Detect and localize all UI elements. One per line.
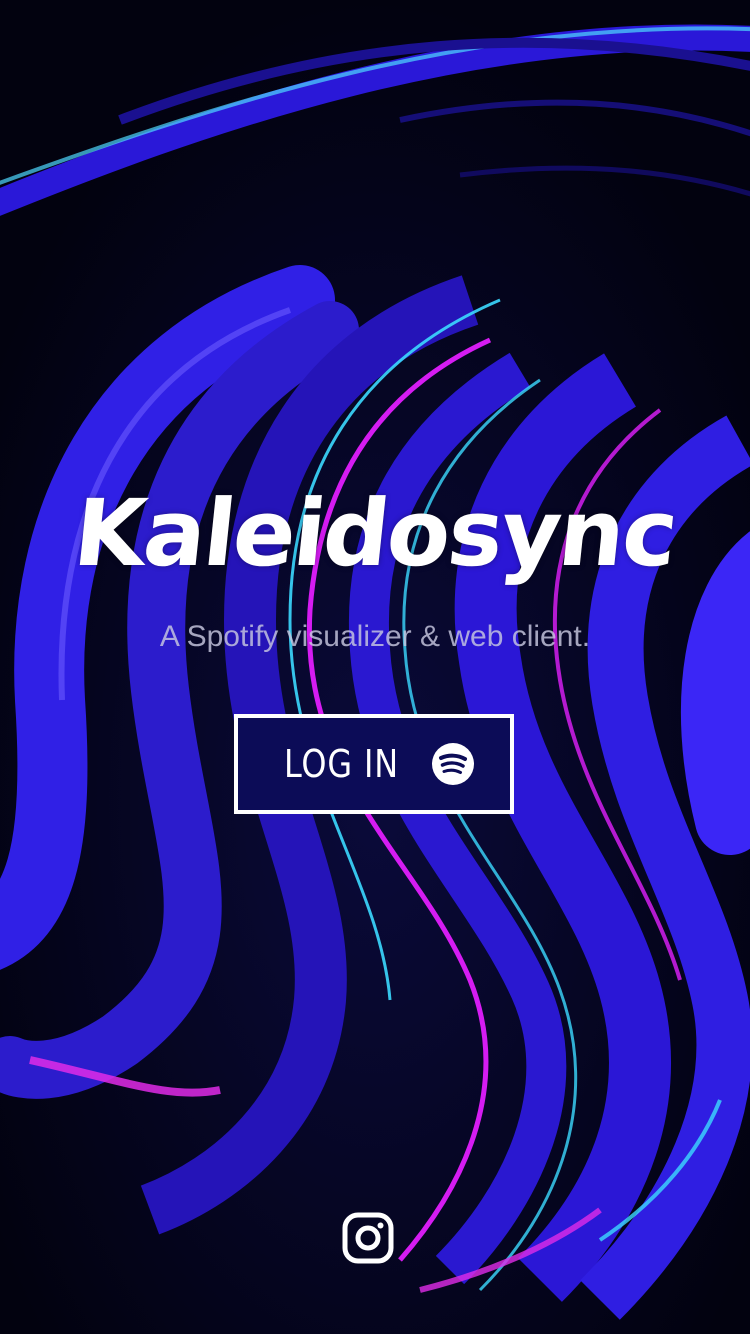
login-button-label: LOG IN [283,742,399,786]
app-logo: Kaleidosync [69,480,682,587]
instagram-icon[interactable] [342,1212,394,1264]
tagline: A Spotify visualizer & web client. [159,620,591,653]
spotify-icon [431,742,475,786]
login-button[interactable]: LOG IN [234,714,514,814]
landing-screen: Kaleidosync A Spotify visualizer & web c… [0,0,750,1334]
swirl-background [0,0,750,1334]
